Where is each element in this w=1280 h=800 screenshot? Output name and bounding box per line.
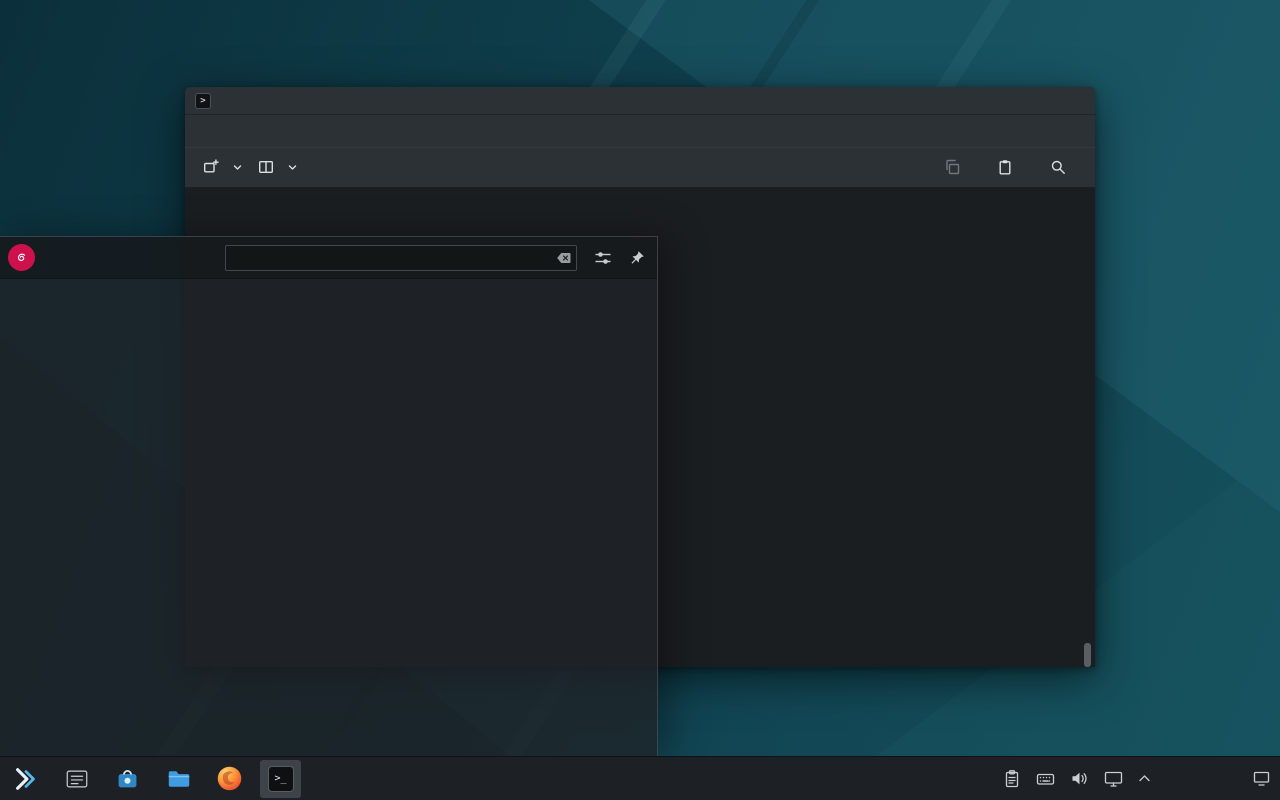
terminal-prompt-line	[192, 191, 1089, 208]
search-box	[225, 245, 577, 271]
pager-icon	[64, 766, 90, 792]
clear-search-icon[interactable]	[556, 250, 572, 266]
new-tab-icon	[203, 159, 219, 175]
window-titlebar[interactable]: >	[185, 87, 1095, 114]
app-launcher-popup	[0, 236, 658, 756]
pin-icon	[629, 250, 645, 266]
app-launcher-icon	[13, 766, 39, 792]
taskbar: >_	[0, 756, 1280, 800]
discover-button[interactable]	[107, 760, 148, 798]
debian-swirl-icon	[13, 249, 30, 266]
konsole-task-icon: >_	[268, 766, 294, 792]
folder-icon	[166, 766, 192, 792]
clipboard-icon[interactable]	[1002, 769, 1022, 789]
pin-button[interactable]	[629, 250, 645, 266]
find-icon	[1050, 159, 1066, 175]
konsole-window-icon: >	[195, 93, 211, 109]
copy-icon	[944, 159, 960, 175]
keyboard-input-icon[interactable]	[1035, 768, 1056, 789]
paste-icon	[997, 159, 1013, 175]
chevron-down-icon	[233, 164, 242, 171]
tray-expander-icon[interactable]	[1137, 771, 1152, 786]
sliders-icon	[594, 249, 612, 267]
search-input[interactable]	[225, 245, 577, 271]
konsole-task-button[interactable]: >_	[260, 760, 301, 798]
paste-button[interactable]	[989, 153, 1028, 181]
split-view-button[interactable]	[250, 153, 305, 181]
display-icon[interactable]	[1103, 768, 1124, 789]
toolbar-right-group	[936, 153, 1081, 181]
firefox-icon	[216, 765, 243, 792]
launcher-header	[0, 237, 657, 279]
configure-button[interactable]	[594, 249, 612, 267]
discover-icon	[115, 766, 140, 791]
system-tray	[1002, 768, 1275, 789]
split-view-icon	[258, 159, 274, 175]
show-desktop-icon[interactable]	[1252, 769, 1271, 788]
find-button[interactable]	[1042, 153, 1081, 181]
taskbar-left-group: >_	[5, 757, 301, 800]
launcher-results	[0, 279, 657, 291]
copy-button[interactable]	[936, 153, 975, 181]
menu-bar	[185, 114, 1095, 147]
chevron-down-icon	[288, 164, 297, 171]
pager-button[interactable]	[56, 760, 97, 798]
toolbar	[185, 147, 1095, 187]
volume-icon[interactable]	[1069, 768, 1090, 789]
app-launcher-button[interactable]	[5, 760, 46, 798]
scrollbar-thumb[interactable]	[1084, 643, 1091, 667]
file-manager-button[interactable]	[158, 760, 199, 798]
new-tab-button[interactable]	[195, 153, 250, 181]
firefox-button[interactable]	[209, 760, 250, 798]
user-avatar[interactable]	[8, 244, 35, 271]
